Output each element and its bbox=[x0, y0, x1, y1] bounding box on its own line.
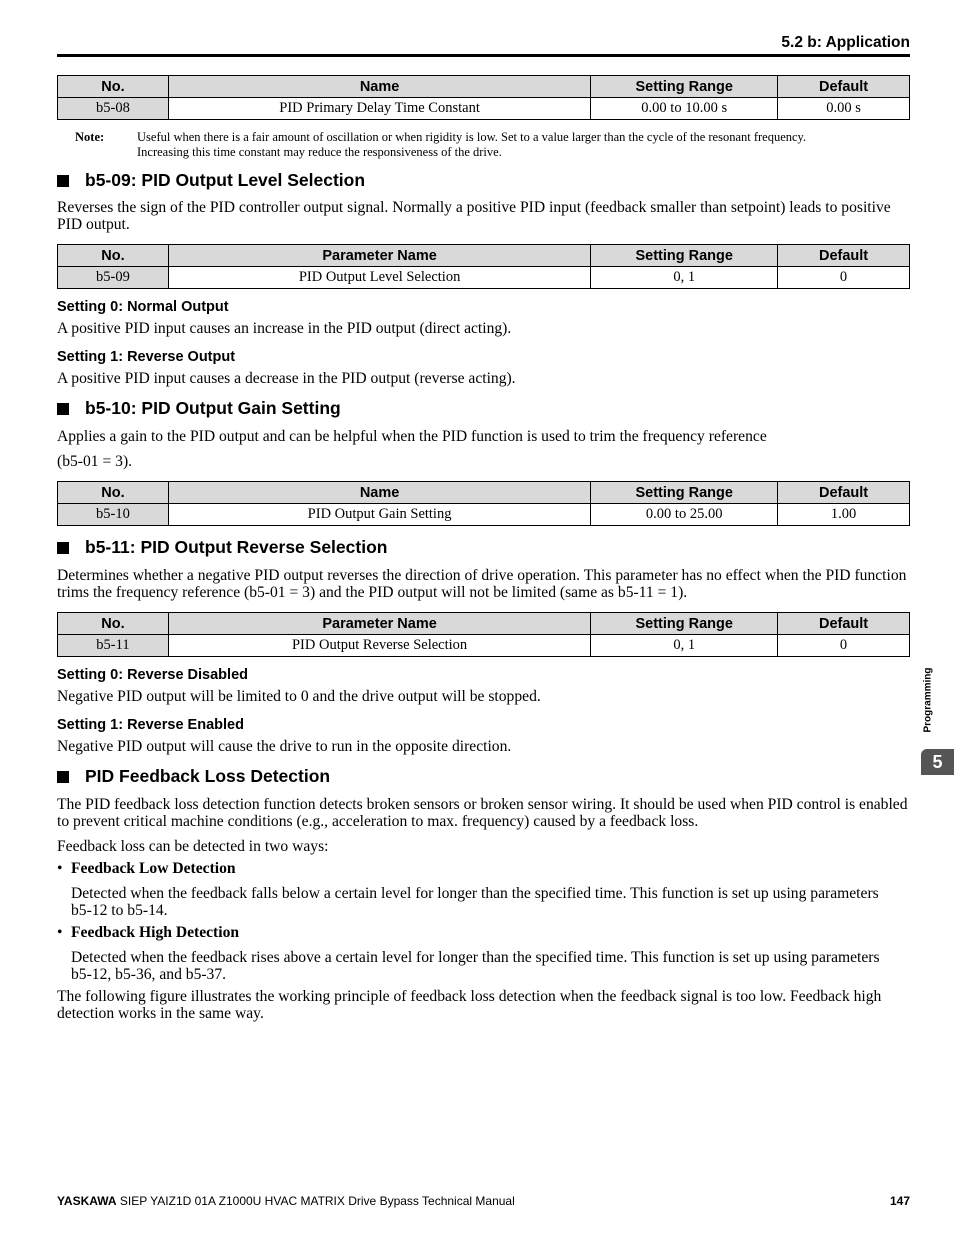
col-header: Setting Range bbox=[590, 244, 779, 267]
setting-text: Negative PID output will be limited to 0… bbox=[57, 688, 541, 705]
param-no: b5-11 bbox=[57, 634, 169, 657]
paragraph: Determines whether a negative PID output… bbox=[57, 567, 907, 601]
table-header-row: No. Name Setting Range Default bbox=[57, 481, 910, 504]
footer-title: SIEP YAIZ1D 01A Z1000U HVAC MATRIX Drive… bbox=[119, 1194, 515, 1208]
param-default: 0 bbox=[777, 634, 910, 657]
table-row: b5-08 PID Primary Delay Time Constant 0.… bbox=[57, 97, 910, 120]
setting-title: Setting 0: Reverse Disabled bbox=[57, 667, 248, 683]
table-header-row: No. Name Setting Range Default bbox=[57, 75, 910, 98]
footer-brand: YASKAWA bbox=[57, 1194, 117, 1208]
setting-text: A positive PID input causes an increase … bbox=[57, 320, 512, 337]
paragraph: The PID feedback loss detection function… bbox=[57, 796, 908, 830]
param-default: 1.00 bbox=[777, 503, 910, 526]
page-footer: YASKAWA SIEP YAIZ1D 01A Z1000U HVAC MATR… bbox=[57, 1194, 910, 1208]
square-bullet-icon bbox=[57, 770, 69, 783]
setting-title: Setting 0: Normal Output bbox=[57, 299, 229, 315]
bullet-text: Detected when the feedback rises above a… bbox=[71, 949, 880, 983]
param-no: b5-08 bbox=[57, 97, 169, 120]
heading-text: b5-09: PID Output Level Selection bbox=[85, 170, 366, 190]
param-no: b5-10 bbox=[57, 503, 169, 526]
param-name: PID Output Gain Setting bbox=[167, 503, 592, 526]
param-default: 0.00 s bbox=[777, 97, 910, 120]
note-text: Useful when there is a fair amount of os… bbox=[137, 130, 807, 144]
setting-text: A positive PID input causes a decrease i… bbox=[57, 370, 516, 387]
col-header: Default bbox=[777, 481, 910, 504]
col-header: Parameter Name bbox=[167, 244, 592, 267]
note: Note: Useful when there is a fair amount… bbox=[75, 130, 806, 160]
param-table-b5-09: No. Parameter Name Setting Range Default… bbox=[57, 244, 910, 289]
square-bullet-icon bbox=[57, 541, 69, 554]
param-table-b5-11: No. Parameter Name Setting Range Default… bbox=[57, 612, 910, 657]
col-header: No. bbox=[57, 75, 169, 98]
section-heading-b5-10: b5-10: PID Output Gain Setting bbox=[57, 398, 341, 419]
param-name: PID Primary Delay Time Constant bbox=[167, 97, 592, 120]
col-header: Default bbox=[777, 75, 910, 98]
square-bullet-icon bbox=[57, 402, 69, 415]
col-header: No. bbox=[57, 612, 169, 635]
col-header: Default bbox=[777, 612, 910, 635]
param-name: PID Output Level Selection bbox=[167, 266, 592, 289]
bullet-text: Detected when the feedback falls below a… bbox=[71, 885, 879, 919]
heading-text: b5-10: PID Output Gain Setting bbox=[85, 398, 341, 418]
running-head: 5.2 b: Application bbox=[781, 34, 910, 51]
chapter-tab: 5 bbox=[921, 749, 954, 775]
bullet-item: • Feedback High Detection bbox=[57, 924, 239, 942]
param-range: 0.00 to 25.00 bbox=[590, 503, 779, 526]
bullet-title: Feedback High Detection bbox=[71, 924, 240, 941]
col-header: Parameter Name bbox=[167, 612, 592, 635]
col-header: No. bbox=[57, 481, 169, 504]
paragraph: Reverses the sign of the PID controller … bbox=[57, 199, 891, 233]
param-range: 0, 1 bbox=[590, 266, 779, 289]
table-row: b5-11 PID Output Reverse Selection 0, 1 … bbox=[57, 634, 910, 657]
col-header: Setting Range bbox=[590, 75, 779, 98]
table-row: b5-10 PID Output Gain Setting 0.00 to 25… bbox=[57, 503, 910, 526]
setting-text: Negative PID output will cause the drive… bbox=[57, 738, 512, 755]
chapter-tab-label-text: Programming bbox=[922, 667, 934, 733]
table-header-row: No. Parameter Name Setting Range Default bbox=[57, 244, 910, 267]
section-heading-b5-11: b5-11: PID Output Reverse Selection bbox=[57, 537, 387, 558]
bullet-item: • Feedback Low Detection bbox=[57, 860, 236, 878]
heading-text: b5-11: PID Output Reverse Selection bbox=[85, 537, 388, 557]
section-heading-feedback-loss: PID Feedback Loss Detection bbox=[57, 766, 330, 787]
table-header-row: No. Parameter Name Setting Range Default bbox=[57, 612, 910, 635]
heading-text: PID Feedback Loss Detection bbox=[85, 766, 331, 786]
note-label: Note: bbox=[75, 130, 105, 144]
paragraph: (b5-01 = 3). bbox=[57, 453, 133, 470]
page-number: 147 bbox=[889, 1194, 910, 1208]
param-table-b5-10: No. Name Setting Range Default b5-10 PID… bbox=[57, 481, 910, 526]
col-header: Name bbox=[167, 75, 592, 98]
param-range: 0.00 to 10.00 s bbox=[590, 97, 779, 120]
bullet-title: Feedback Low Detection bbox=[71, 860, 236, 877]
param-default: 0 bbox=[777, 266, 910, 289]
param-range: 0, 1 bbox=[590, 634, 779, 657]
table-row: b5-09 PID Output Level Selection 0, 1 0 bbox=[57, 266, 910, 289]
paragraph: Feedback loss can be detected in two way… bbox=[57, 838, 329, 855]
note-text: Increasing this time constant may reduce… bbox=[137, 145, 502, 159]
col-header: Setting Range bbox=[590, 481, 779, 504]
bullet-dot-icon: • bbox=[57, 860, 63, 877]
bullet-dot-icon: • bbox=[57, 924, 63, 941]
square-bullet-icon bbox=[57, 174, 69, 187]
paragraph: The following figure illustrates the wor… bbox=[57, 988, 882, 1022]
col-header: Name bbox=[167, 481, 592, 504]
setting-title: Setting 1: Reverse Output bbox=[57, 349, 236, 365]
setting-title: Setting 1: Reverse Enabled bbox=[57, 717, 244, 733]
header-rule bbox=[57, 54, 910, 57]
col-header: Default bbox=[777, 244, 910, 267]
param-name: PID Output Reverse Selection bbox=[167, 634, 592, 657]
paragraph: Applies a gain to the PID output and can… bbox=[57, 428, 767, 445]
param-no: b5-09 bbox=[57, 266, 169, 289]
section-heading-b5-09: b5-09: PID Output Level Selection bbox=[57, 170, 365, 191]
chapter-tab-label: Programming bbox=[918, 660, 938, 740]
col-header: No. bbox=[57, 244, 169, 267]
col-header: Setting Range bbox=[590, 612, 779, 635]
param-table-b5-08: No. Name Setting Range Default b5-08 PID… bbox=[57, 75, 910, 120]
